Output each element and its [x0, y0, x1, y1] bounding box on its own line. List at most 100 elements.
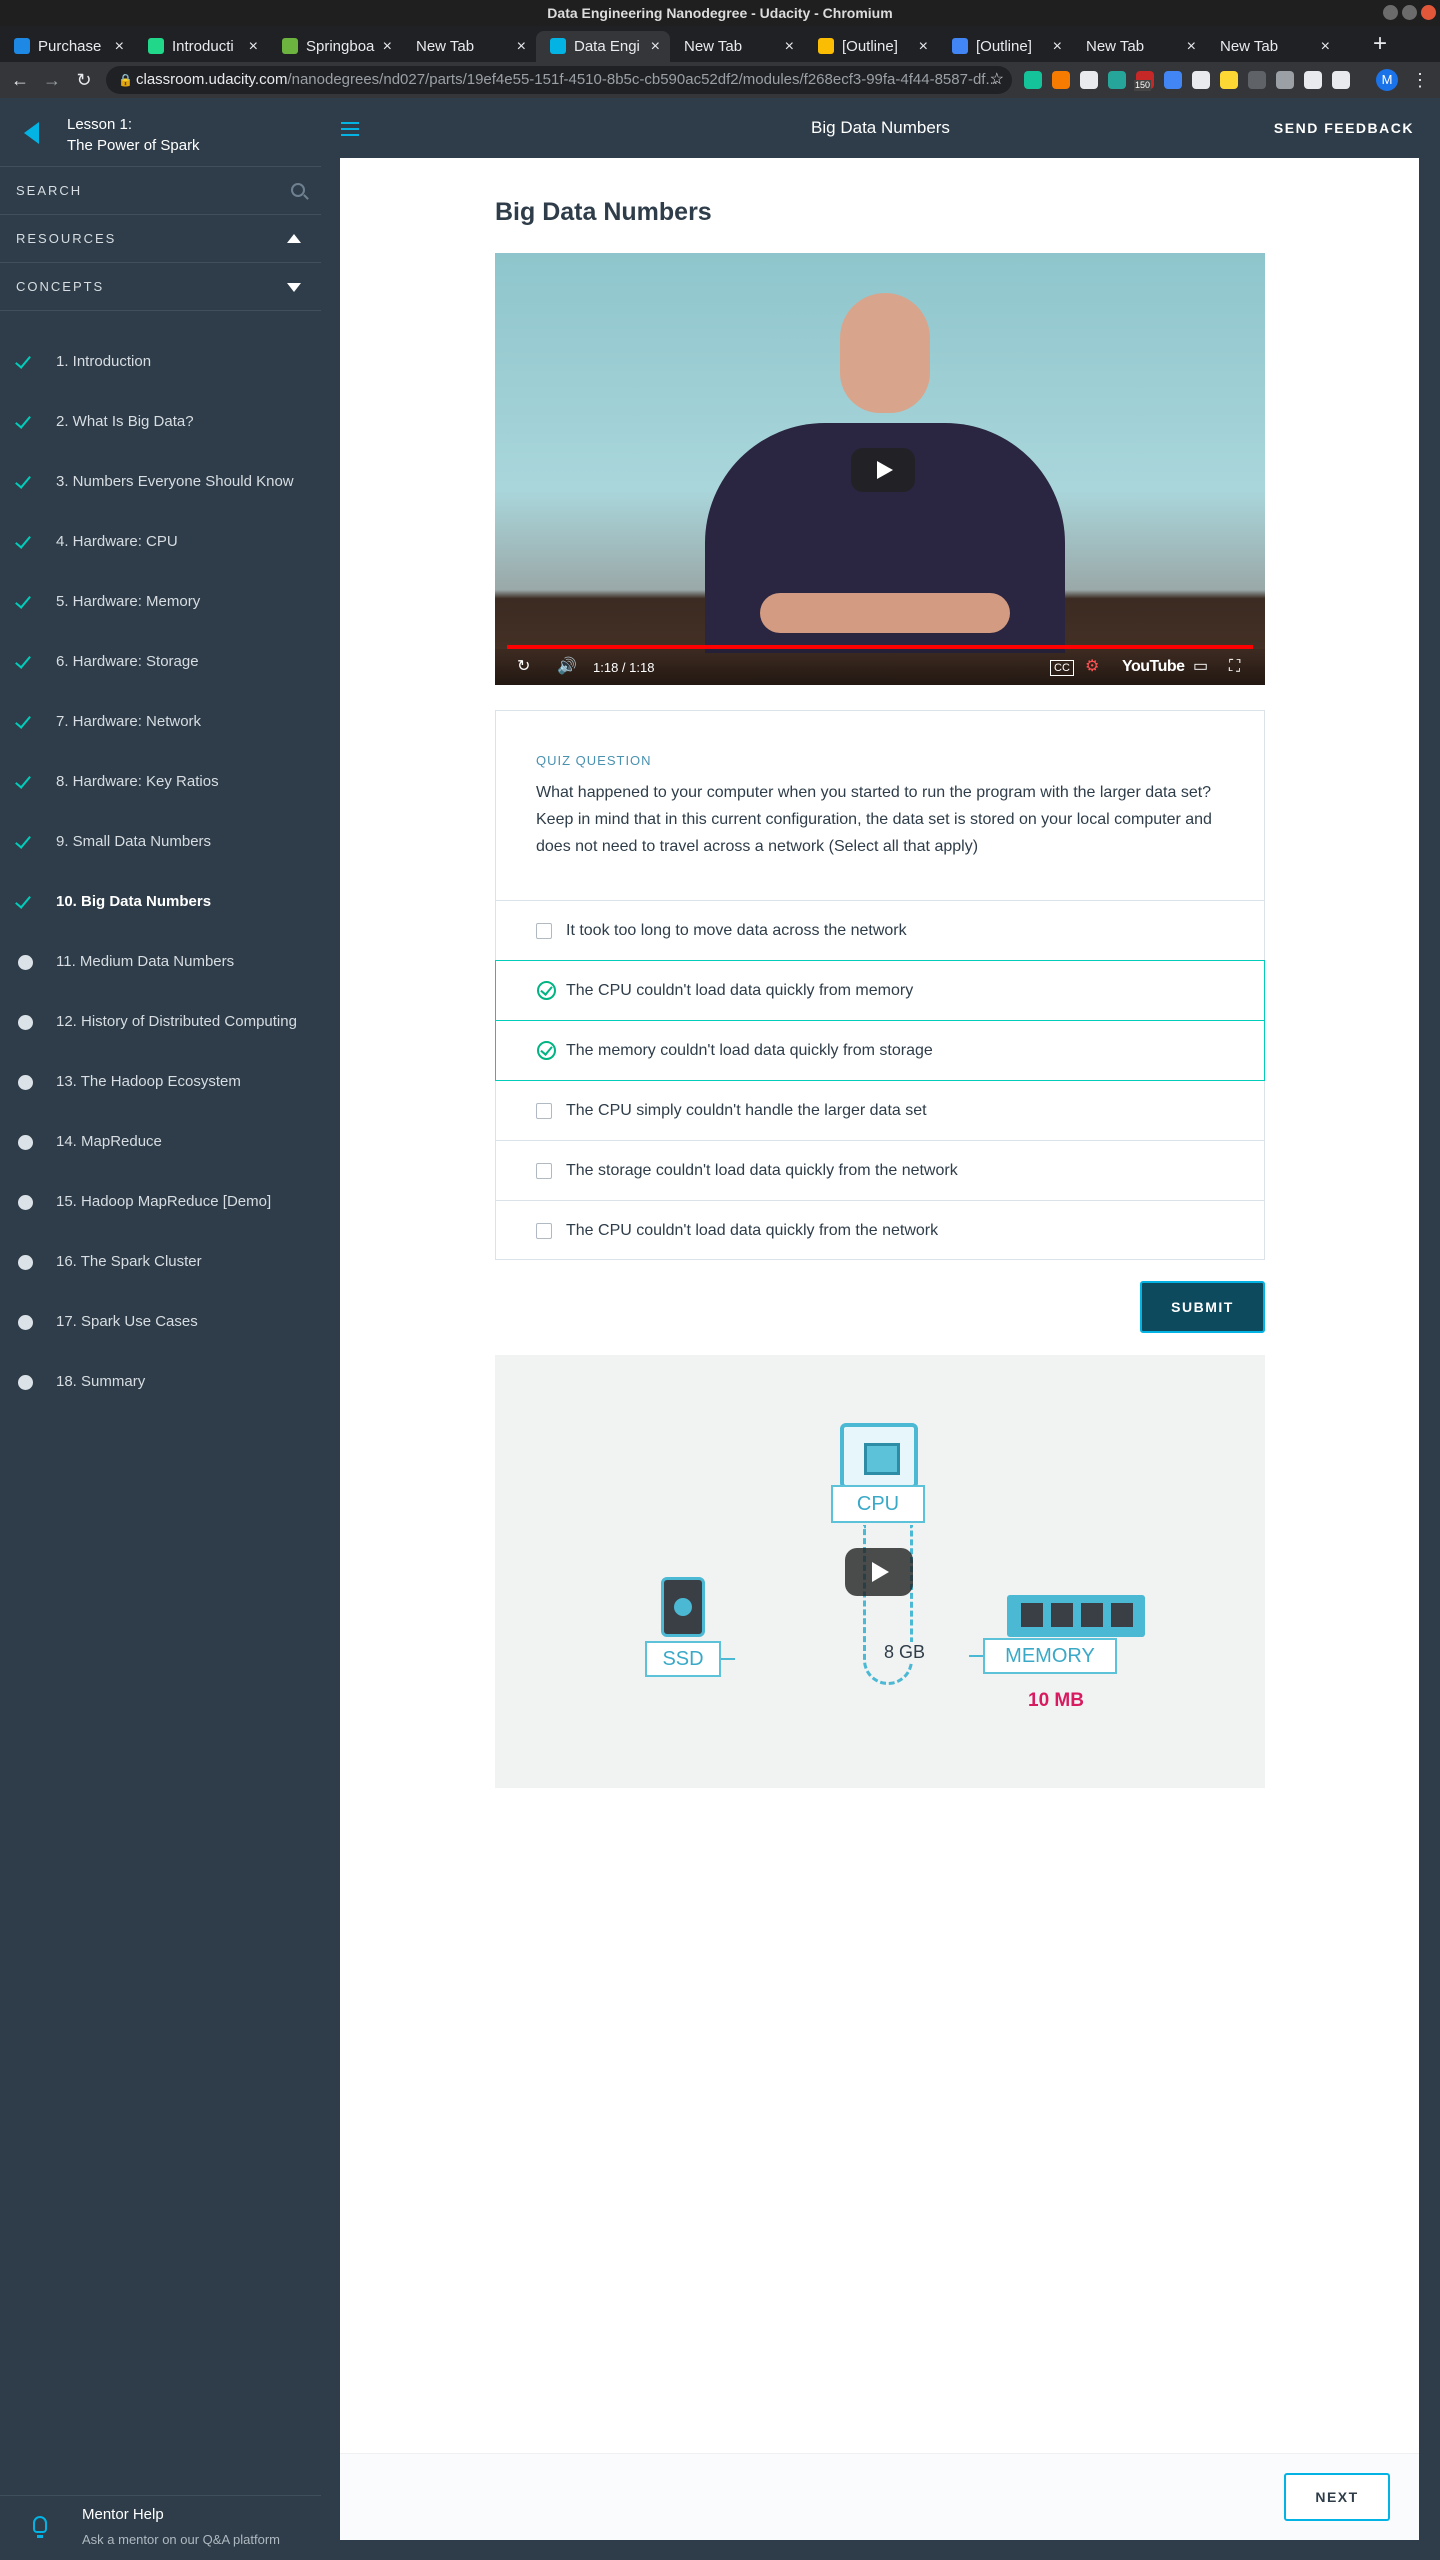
- hamburger-menu-icon[interactable]: [341, 122, 359, 136]
- quiz-option[interactable]: The storage couldn't load data quickly f…: [496, 1140, 1264, 1200]
- forward-icon[interactable]: →: [38, 66, 66, 94]
- sidebar-concept-item[interactable]: 5. Hardware: Memory: [0, 572, 321, 632]
- tab-close-icon[interactable]: ×: [1187, 31, 1196, 62]
- checkbox-icon[interactable]: [536, 1163, 552, 1179]
- sidebar-concept-item[interactable]: 18. Summary: [0, 1352, 321, 1412]
- volume-icon[interactable]: 🔊: [557, 657, 577, 677]
- play-button[interactable]: [845, 1548, 913, 1596]
- search-icon[interactable]: [291, 183, 305, 197]
- ext-yellow-icon[interactable]: [1220, 71, 1238, 89]
- tab-close-icon[interactable]: ×: [115, 31, 124, 62]
- quiz-option-label: The CPU couldn't load data quickly from …: [566, 982, 914, 999]
- reload-icon[interactable]: ↻: [70, 66, 98, 94]
- back-arrow-icon[interactable]: [24, 122, 39, 144]
- replay-icon[interactable]: ↻: [517, 657, 530, 677]
- close-window-icon[interactable]: [1421, 5, 1436, 20]
- sidebar-concept-item[interactable]: 8. Hardware: Key Ratios: [0, 752, 321, 812]
- tab-close-icon[interactable]: ×: [383, 31, 392, 62]
- tab-close-icon[interactable]: ×: [1053, 31, 1062, 62]
- send-feedback-button[interactable]: SEND FEEDBACK: [1274, 98, 1414, 158]
- sidebar-concept-item[interactable]: 6. Hardware: Storage: [0, 632, 321, 692]
- sidebar-search[interactable]: SEARCH: [0, 167, 321, 215]
- doc-icon[interactable]: [1080, 71, 1098, 89]
- lesson-video[interactable]: ↻ 🔊 1:18 / 1:18 CC ⚙ YouTube ▭ ⛶: [495, 253, 1265, 685]
- sidebar-concept-item[interactable]: 10. Big Data Numbers: [0, 872, 321, 932]
- tab-close-icon[interactable]: ×: [517, 31, 526, 62]
- tab-close-icon[interactable]: ×: [919, 31, 928, 62]
- browser-tab[interactable]: Data Engi ×: [536, 31, 670, 62]
- quiz-option[interactable]: The CPU simply couldn't handle the large…: [496, 1080, 1264, 1140]
- browser-tab[interactable]: New Tab ×: [1072, 31, 1206, 62]
- ext-orange-icon[interactable]: [1052, 71, 1070, 89]
- play-button[interactable]: [851, 448, 915, 492]
- history-icon[interactable]: [1276, 71, 1294, 89]
- maximize-icon[interactable]: [1402, 5, 1417, 20]
- browser-tab[interactable]: Springboa ×: [268, 31, 402, 62]
- sidebar-concept-item[interactable]: 4. Hardware: CPU: [0, 512, 321, 572]
- checked-circle-icon[interactable]: [537, 1041, 556, 1060]
- address-bar[interactable]: 🔒 classroom.udacity.com/nanodegrees/nd02…: [106, 66, 1012, 94]
- sidebar-concept-item[interactable]: 13. The Hadoop Ecosystem: [0, 1052, 321, 1112]
- sidebar-concept-item[interactable]: 1. Introduction: [0, 332, 321, 392]
- submit-button[interactable]: SUBMIT: [1140, 1281, 1265, 1333]
- cloud-icon[interactable]: [1192, 71, 1210, 89]
- bookmark-star-icon[interactable]: ☆: [990, 66, 1004, 94]
- cast-icon[interactable]: ▭: [1193, 657, 1208, 677]
- browser-tab[interactable]: [Outline] ×: [804, 31, 938, 62]
- browser-menu-icon[interactable]: ⋮: [1408, 66, 1432, 94]
- new-tab-button[interactable]: +: [1366, 30, 1394, 58]
- settings-gear-icon[interactable]: ⚙: [1085, 657, 1099, 677]
- browser-tab[interactable]: [Outline] ×: [938, 31, 1072, 62]
- sidebar-concept-item[interactable]: 12. History of Distributed Computing: [0, 992, 321, 1052]
- media-icon[interactable]: [1332, 71, 1350, 89]
- sidebar-concept-item[interactable]: 9. Small Data Numbers: [0, 812, 321, 872]
- captions-icon[interactable]: CC: [1050, 660, 1074, 676]
- tab-close-icon[interactable]: ×: [785, 31, 794, 62]
- browser-tab[interactable]: New Tab ×: [402, 31, 536, 62]
- profile-avatar[interactable]: M: [1376, 69, 1398, 91]
- quiz-option[interactable]: The memory couldn't load data quickly fr…: [495, 1020, 1265, 1081]
- search-label: SEARCH: [16, 183, 83, 198]
- tab-close-icon[interactable]: ×: [1321, 31, 1330, 62]
- sidebar-concept-item[interactable]: 11. Medium Data Numbers: [0, 932, 321, 992]
- sidebar-concept-item[interactable]: 2. What Is Big Data?: [0, 392, 321, 452]
- checkbox-icon[interactable]: [536, 1223, 552, 1239]
- sidebar-concept-item[interactable]: 16. The Spark Cluster: [0, 1232, 321, 1292]
- sidebar-concept-item[interactable]: 7. Hardware: Network: [0, 692, 321, 752]
- back-icon[interactable]: ←: [6, 66, 34, 94]
- mentor-help[interactable]: Mentor Help Ask a mentor on our Q&A plat…: [0, 2495, 321, 2560]
- concept-label: 2. What Is Big Data?: [56, 413, 194, 430]
- browser-tab[interactable]: New Tab ×: [670, 31, 804, 62]
- quiz-option[interactable]: The CPU couldn't load data quickly from …: [495, 960, 1265, 1021]
- ext-gray-icon[interactable]: [1248, 71, 1266, 89]
- sidebar-concept-item[interactable]: 15. Hadoop MapReduce [Demo]: [0, 1172, 321, 1232]
- grammarly-icon[interactable]: [1024, 71, 1042, 89]
- checkmark-icon: [15, 712, 31, 729]
- resources-toggle[interactable]: RESOURCES: [0, 215, 321, 263]
- concept-list: 1. Introduction 2. What Is Big Data? 3. Nu…: [0, 332, 321, 1412]
- puzzle-icon[interactable]: [1304, 71, 1322, 89]
- browser-tab[interactable]: Introducti ×: [134, 31, 268, 62]
- ext-teal-icon[interactable]: [1108, 71, 1126, 89]
- tab-close-icon[interactable]: ×: [651, 31, 660, 62]
- checkbox-icon[interactable]: [536, 923, 552, 939]
- fullscreen-icon[interactable]: ⛶: [1229, 657, 1240, 677]
- quiz-option[interactable]: The CPU couldn't load data quickly from …: [496, 1200, 1264, 1260]
- concepts-toggle[interactable]: CONCEPTS: [0, 263, 321, 311]
- lesson-header[interactable]: Lesson 1: The Power of Spark: [0, 98, 321, 167]
- diagram-video[interactable]: CPU 8 GB SSD MEMORY 10 MB: [495, 1355, 1265, 1788]
- quiz-option[interactable]: It took too long to move data across the…: [496, 900, 1264, 960]
- ext-badge-icon[interactable]: 150: [1134, 71, 1154, 91]
- tab-close-icon[interactable]: ×: [249, 31, 258, 62]
- checked-circle-icon[interactable]: [537, 981, 556, 1000]
- sidebar-concept-item[interactable]: 17. Spark Use Cases: [0, 1292, 321, 1352]
- sidebar-concept-item[interactable]: 14. MapReduce: [0, 1112, 321, 1172]
- browser-tab[interactable]: Purchase ×: [0, 31, 134, 62]
- next-button[interactable]: NEXT: [1284, 2473, 1390, 2521]
- sidebar-concept-item[interactable]: 3. Numbers Everyone Should Know: [0, 452, 321, 512]
- ext-blue-icon[interactable]: [1164, 71, 1182, 89]
- browser-tab[interactable]: New Tab ×: [1206, 31, 1340, 62]
- youtube-logo[interactable]: YouTube: [1122, 658, 1185, 676]
- checkbox-icon[interactable]: [536, 1103, 552, 1119]
- minimize-icon[interactable]: [1383, 5, 1398, 20]
